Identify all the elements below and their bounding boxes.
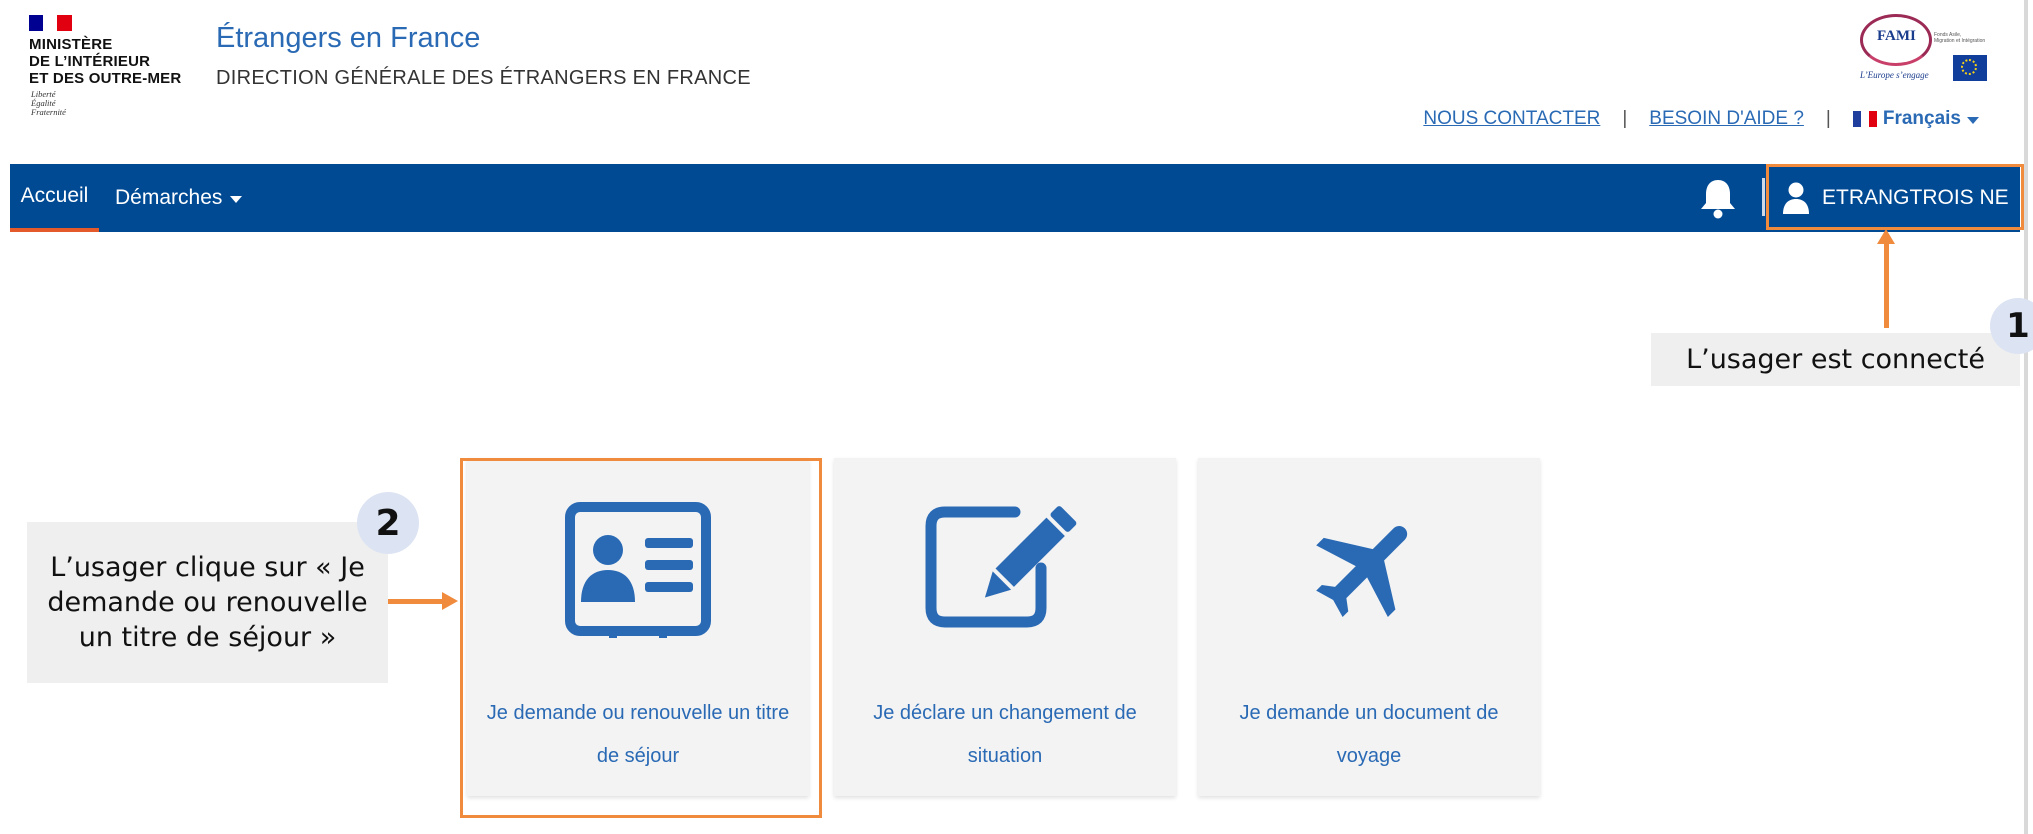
motto-line: Fraternité (31, 107, 66, 117)
ministry-line: DE L’INTÉRIEUR (29, 53, 151, 70)
annotation-arrow (1884, 240, 1889, 328)
annotation-arrow (388, 599, 444, 604)
site-subtitle: DIRECTION GÉNÉRALE DES ÉTRANGERS EN FRAN… (216, 67, 751, 89)
chevron-down-icon (230, 196, 243, 203)
fami-word: FAMI (1877, 28, 1916, 44)
user-icon (1783, 182, 1809, 214)
link-separator: | (1622, 108, 1628, 129)
slide-edge-line (2024, 0, 2028, 834)
step-badge-2: 2 (357, 492, 419, 554)
ministry-line: ET DES OUTRE-MER (29, 70, 182, 87)
tile-label: Je déclare un changement de situation (873, 702, 1137, 767)
annotation-callout-2: L’usager clique sur « Je demande ou reno… (27, 522, 388, 683)
help-link[interactable]: BESOIN D'AIDE ? (1649, 108, 1804, 130)
tile-label: Je demande un document de voyage (1239, 702, 1499, 767)
language-label: Français (1882, 108, 1961, 129)
header-links: NOUS CONTACTER | BESOIN D'AIDE ? | Franç… (1423, 108, 1979, 130)
highlight-box-tile (460, 458, 822, 818)
edit-icon (925, 506, 1077, 628)
fami-motto: L’Europe s’engage (1860, 70, 1929, 80)
user-account-menu[interactable]: ETRANGTROIS NE (1782, 164, 2009, 232)
republic-motto: Liberté Égalité Fraternité (31, 90, 66, 117)
nav-divider (1762, 178, 1765, 216)
link-separator: | (1825, 108, 1831, 129)
annotation-callout-2-text: L’usager clique sur « Je demande ou reno… (47, 552, 368, 653)
main-navbar: Accueil Démarches ETRANGTROIS NE (10, 164, 2024, 232)
ministry-logo-text: MINISTÈRE DE L’INTÉRIEUR ET DES OUTRE-ME… (29, 36, 181, 87)
eu-flag-icon (1953, 55, 1987, 81)
annotation-arrow-head (442, 592, 458, 610)
site-title[interactable]: Étrangers en France (216, 22, 480, 55)
tile-document-voyage[interactable]: Je demande un document de voyage (1198, 458, 1540, 796)
bell-icon[interactable] (1698, 176, 1738, 220)
tile-changement-situation[interactable]: Je déclare un changement de situation (834, 458, 1176, 796)
plane-icon (1316, 526, 1408, 618)
nav-item-accueil[interactable]: Accueil (10, 164, 99, 232)
french-flag-icon (1852, 111, 1877, 127)
annotation-callout-1: L’usager est connecté (1651, 333, 2020, 386)
fami-side-line: Migration et Intégration (1934, 38, 1986, 44)
fami-side-text: Fonds Asile, Migration et Intégration (1934, 32, 1985, 44)
language-selector[interactable]: Français (1852, 108, 1979, 130)
user-name: ETRANGTROIS NE (1822, 186, 2009, 209)
nav-demarches-label: Démarches (115, 186, 223, 209)
chevron-down-icon (1967, 117, 1979, 124)
contact-link[interactable]: NOUS CONTACTER (1423, 108, 1600, 130)
fami-logo: FAMI Fonds Asile, Migration et Intégrati… (1858, 10, 2003, 85)
ministry-line: MINISTÈRE (29, 36, 113, 53)
nav-item-demarches[interactable]: Démarches (115, 164, 243, 232)
republique-flag-logo (29, 15, 72, 31)
